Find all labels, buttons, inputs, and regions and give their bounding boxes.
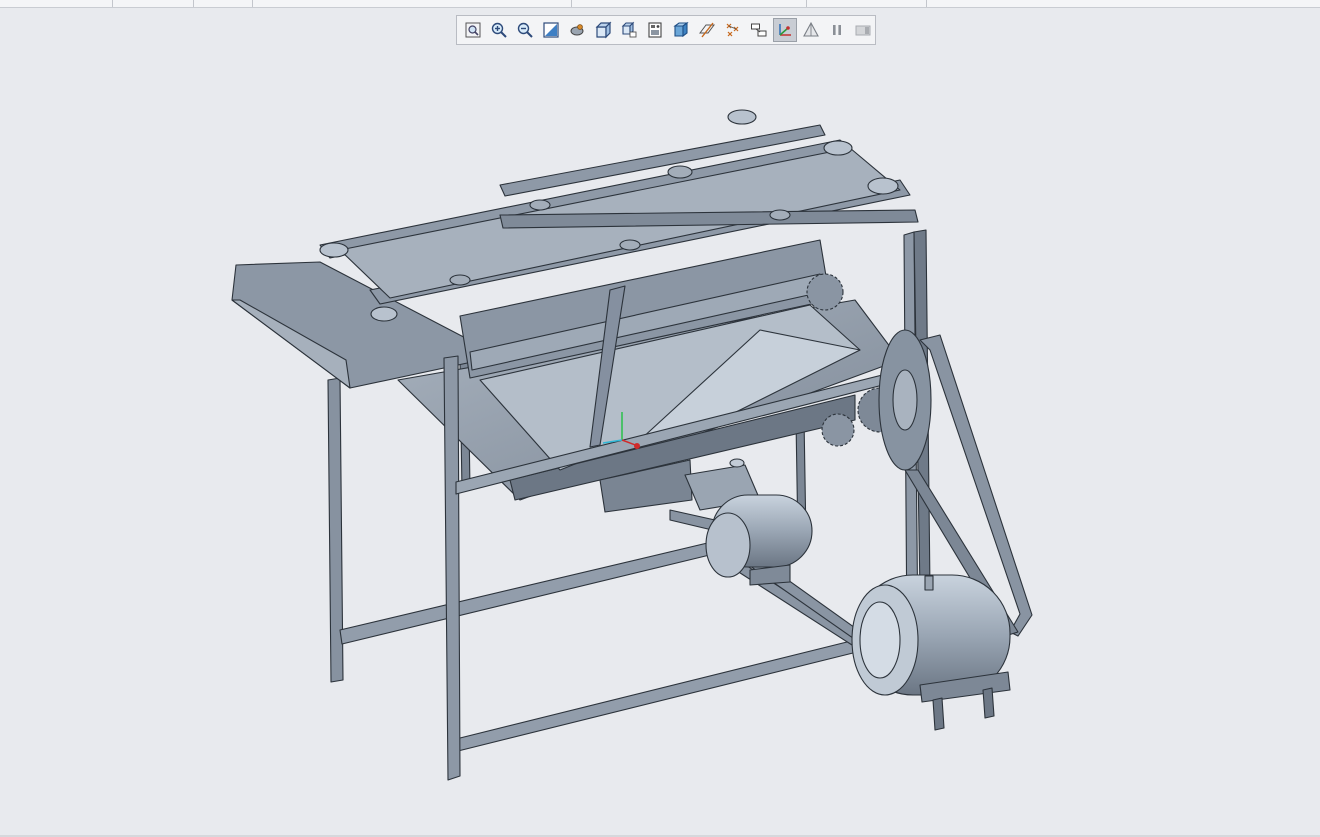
top-tab-strip <box>0 0 1320 8</box>
tab-divider <box>193 0 194 7</box>
tab-divider <box>806 0 807 7</box>
tab-divider <box>252 0 253 7</box>
pulley-top-right <box>823 140 853 156</box>
frame-rail-lower-front <box>451 639 858 753</box>
large-motor-terminal <box>924 575 934 591</box>
csys-origin <box>634 443 640 449</box>
tab-divider <box>571 0 572 7</box>
idler-3 <box>449 274 471 286</box>
idler-4 <box>619 239 641 251</box>
large-motor-support-1 <box>932 697 945 731</box>
pulley-left <box>319 242 349 258</box>
tab-divider <box>926 0 927 7</box>
frame-rail-lower-back <box>339 539 723 645</box>
pulley-right <box>867 177 899 195</box>
cad-model <box>231 109 1033 781</box>
sprocket-upper <box>806 273 844 311</box>
small-motor-endcap <box>705 512 751 578</box>
idler-2 <box>529 199 551 211</box>
large-motor-support-2 <box>982 687 995 719</box>
pulley-top-left <box>727 109 757 125</box>
belt-pulley-hub <box>892 369 918 431</box>
pulley-front-left <box>370 306 398 322</box>
idler-1 <box>667 165 693 179</box>
tab-divider <box>112 0 113 7</box>
gearbox-shaft <box>729 458 745 468</box>
sprocket-lower <box>821 413 855 447</box>
frame-leg-front-left <box>443 355 461 781</box>
graphics-viewport[interactable] <box>0 8 1320 837</box>
idler-5 <box>769 209 791 221</box>
large-motor-endcap-inner <box>859 601 901 679</box>
